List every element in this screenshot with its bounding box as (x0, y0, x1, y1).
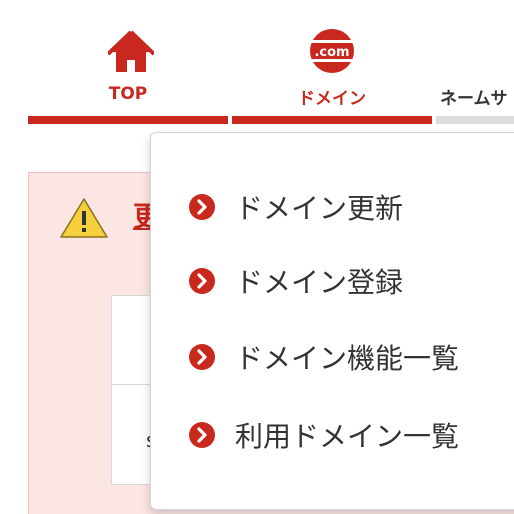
chevron-right-circle-icon (189, 422, 215, 448)
chevron-right-circle-icon (189, 268, 215, 294)
nav-active-bar (28, 116, 228, 124)
nav-label-domain: ドメイン (298, 89, 366, 109)
nav-inactive-bar (436, 116, 514, 124)
menu-item-domain-register[interactable]: ドメイン登録 (189, 261, 509, 301)
domain-dropdown-menu: ドメイン更新 ドメイン登録 ドメイン機能一覧 利用ドメイン一覧 (150, 132, 514, 510)
menu-item-label: ドメイン登録 (235, 266, 404, 299)
nav-label-nameserver: ネームサ (440, 89, 508, 109)
dotcom-icon-text: .com (314, 45, 349, 60)
menu-item-label: 利用ドメイン一覧 (235, 420, 460, 453)
menu-item-domain-renew[interactable]: ドメイン更新 (189, 187, 509, 227)
nav-active-bar (232, 116, 432, 124)
dotcom-icon: .com (309, 29, 355, 73)
warning-icon (60, 198, 108, 238)
nav-item-nameserver[interactable]: ネームサ (436, 0, 514, 124)
chevron-right-circle-icon (189, 344, 215, 370)
menu-item-label: ドメイン機能一覧 (235, 342, 460, 375)
nav-item-domain[interactable]: .com ドメイン (232, 0, 432, 124)
menu-item-domain-features[interactable]: ドメイン機能一覧 (189, 337, 509, 377)
chevron-right-circle-icon (189, 194, 215, 220)
nav-item-top[interactable]: TOP (28, 0, 228, 124)
page: TOP .com ドメイン ネームサ 更 s (0, 0, 514, 514)
nav-label-top: TOP (108, 84, 148, 104)
menu-item-domain-list[interactable]: 利用ドメイン一覧 (189, 415, 509, 455)
menu-item-label: ドメイン更新 (235, 192, 404, 225)
home-icon (108, 30, 154, 72)
